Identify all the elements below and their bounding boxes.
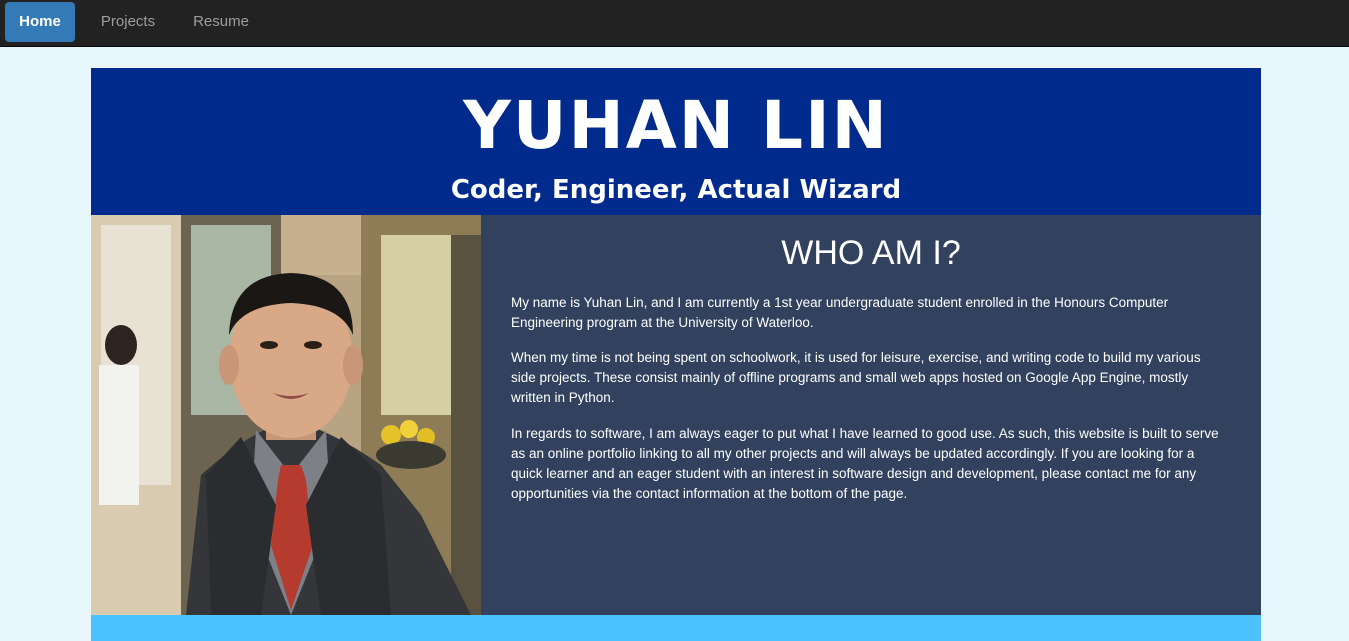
about-section: WHO AM I? My name is Yuhan Lin, and I am… — [481, 215, 1261, 615]
site-tagline: Coder, Engineer, Actual Wizard — [450, 175, 902, 205]
about-heading: WHO AM I? — [781, 234, 961, 272]
site-owner-name: YUHAN LIN — [463, 87, 889, 164]
main-container: YUHAN LIN Coder, Engineer, Actual Wizard — [91, 68, 1261, 641]
footer-band — [91, 615, 1261, 641]
about-paragraph-3: In regards to software, I am always eage… — [511, 426, 1219, 501]
top-navbar: Home Projects Resume — [0, 0, 1349, 47]
nav-projects-link[interactable]: Projects — [88, 2, 168, 42]
nav-resume-link[interactable]: Resume — [180, 2, 262, 42]
about-paragraph-2: When my time is not being spent on schoo… — [511, 350, 1201, 405]
profile-photo — [91, 215, 481, 615]
hero-header: YUHAN LIN Coder, Engineer, Actual Wizard — [91, 68, 1261, 215]
nav-home-link[interactable]: Home — [5, 2, 75, 42]
about-paragraph-1: My name is Yuhan Lin, and I am currently… — [511, 295, 1169, 330]
